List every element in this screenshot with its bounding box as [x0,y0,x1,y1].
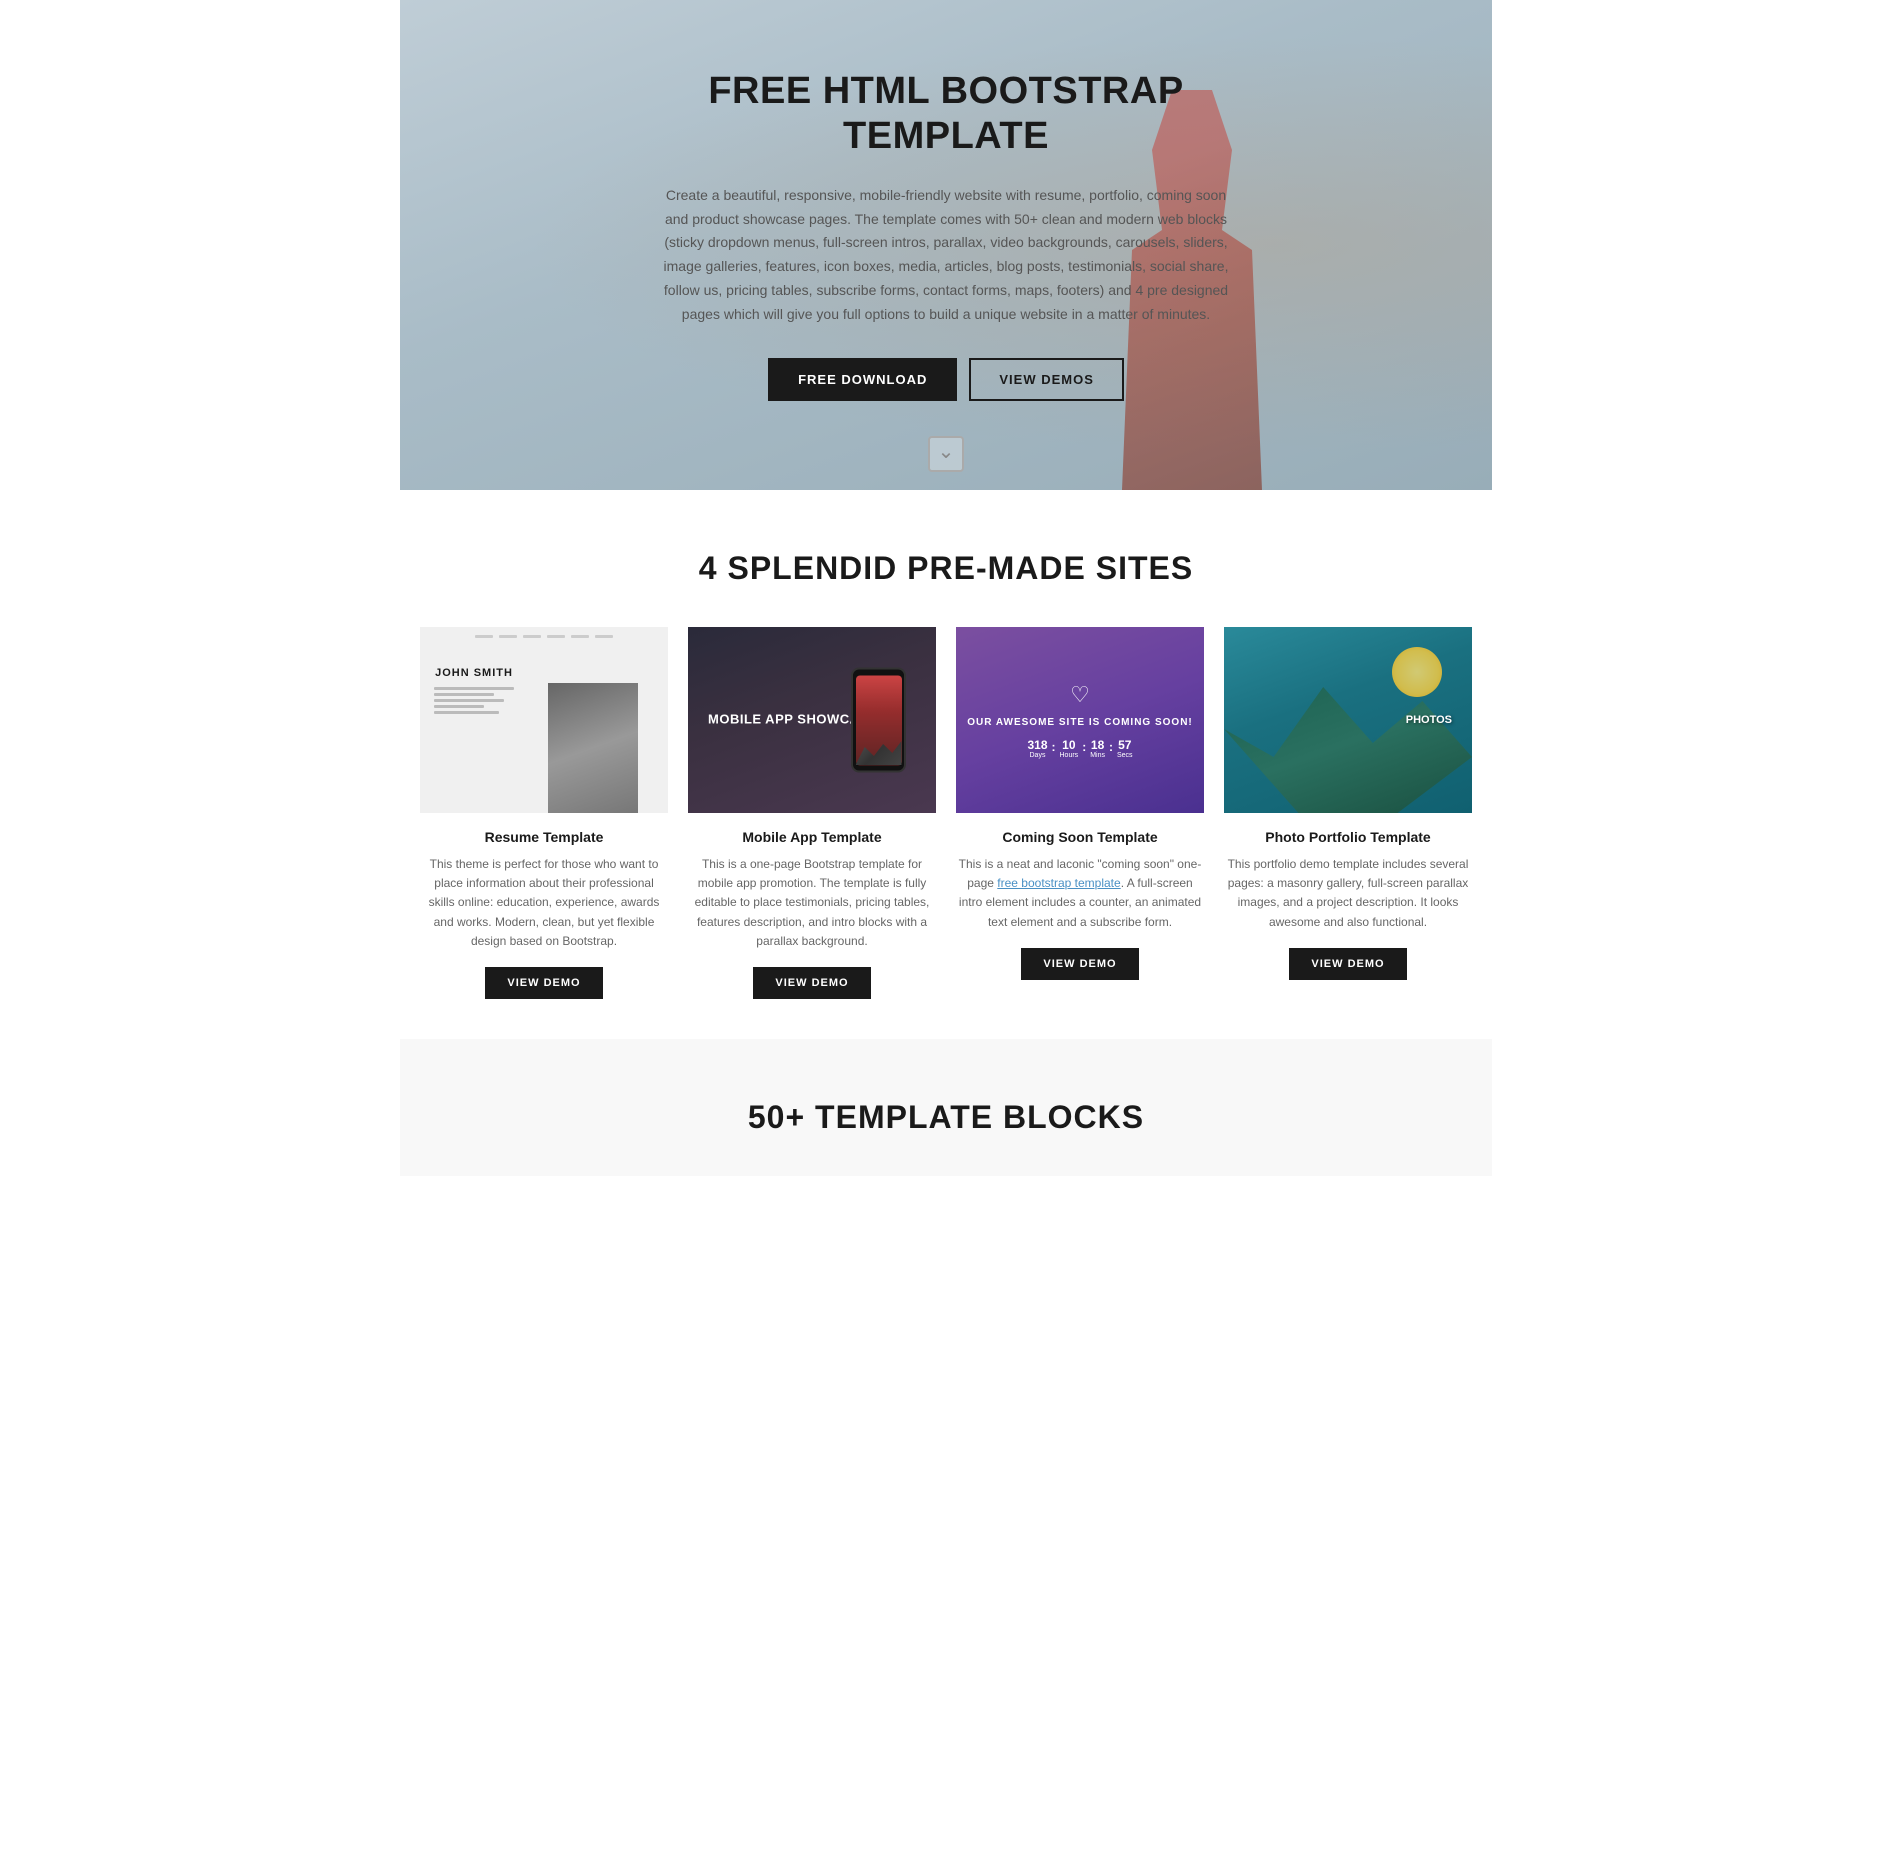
cs-secs-label: Secs [1117,752,1133,759]
card-resume: JOHN SMITH Resume Template This theme is… [420,627,668,999]
cards-grid: JOHN SMITH Resume Template This theme is… [420,627,1472,999]
resume-line [434,699,504,702]
resume-nav-dot [499,635,517,638]
cs-days-num: 318 [1027,738,1047,752]
cs-sep3: : [1109,738,1113,759]
card-resume-desc: This theme is perfect for those who want… [420,855,668,951]
card-mobile-desc: This is a one-page Bootstrap template fo… [688,855,936,951]
card-portfolio-btn[interactable]: VIEW DEMO [1289,948,1406,980]
cs-days-label: Days [1030,752,1046,759]
hero-buttons: FREE DOWNLOAD VIEW DEMOS [656,358,1236,401]
blocks-section: 50+ TEMPLATE BLOCKS [400,1039,1492,1176]
resume-lines [434,687,514,714]
card-portfolio-desc: This portfolio demo template includes se… [1224,855,1472,932]
cs-hours-num: 10 [1062,738,1075,752]
card-portfolio: PHOTOS Photo Portfolio Template This por… [1224,627,1472,999]
hero-title: FREE HTML BOOTSTRAP TEMPLATE [656,69,1236,160]
mobile-preview-bg: MOBILE APP SHOWCASE [688,627,936,813]
card-mobile-preview: MOBILE APP SHOWCASE [688,627,936,813]
card-resume-title: Resume Template [420,829,668,845]
premade-section: 4 SPLENDID PRE-MADE SITES JOHN SMITH [400,490,1492,1039]
card-coming-soon-preview: ♡ OUR AWESOME SITE IS COMING SOON! 318 D… [956,627,1204,813]
resume-nav-dot [571,635,589,638]
portfolio-title-text: PHOTOS [1406,714,1452,726]
portfolio-preview-bg: PHOTOS [1224,627,1472,813]
cs-hours-label: Hours [1060,752,1079,759]
card-coming-soon-desc: This is a neat and laconic "coming soon"… [956,855,1204,932]
resume-photo [548,683,638,813]
card-portfolio-preview: PHOTOS [1224,627,1472,813]
resume-line [434,693,494,696]
card-mobile-btn[interactable]: VIEW DEMO [753,967,870,999]
resume-nav-dot [547,635,565,638]
view-demos-button[interactable]: VIEW DEMOS [969,358,1124,401]
cs-sep2: : [1082,738,1086,759]
download-button[interactable]: FREE DOWNLOAD [768,358,957,401]
resume-nav [420,635,668,638]
mobile-phone-screen [856,675,902,765]
card-mobile: MOBILE APP SHOWCASE Mobile App Template … [688,627,936,999]
cs-counter-mins: 18 Mins [1090,738,1105,759]
cs-title-text: OUR AWESOME SITE IS COMING SOON! [967,716,1193,730]
cs-link[interactable]: free bootstrap template [997,876,1120,890]
cs-counter: 318 Days : 10 Hours : 18 Mins [1027,738,1132,759]
card-coming-soon: ♡ OUR AWESOME SITE IS COMING SOON! 318 D… [956,627,1204,999]
portfolio-sun [1392,647,1442,697]
resume-preview-bg: JOHN SMITH [420,627,668,813]
cs-heart-icon: ♡ [1070,682,1090,708]
blocks-title: 50+ TEMPLATE BLOCKS [420,1099,1472,1136]
cs-counter-hours: 10 Hours [1060,738,1079,759]
cs-counter-days: 318 Days [1027,738,1047,759]
cs-mins-num: 18 [1091,738,1104,752]
premade-title: 4 SPLENDID PRE-MADE SITES [420,550,1472,587]
resume-line [434,711,499,714]
resume-name: JOHN SMITH [434,667,514,679]
scroll-down-button[interactable] [928,436,964,472]
resume-nav-dot [475,635,493,638]
coming-soon-preview-bg: ♡ OUR AWESOME SITE IS COMING SOON! 318 D… [956,627,1204,813]
cs-mins-label: Mins [1090,752,1105,759]
mobile-phone-mockup [851,668,906,773]
hero-description: Create a beautiful, responsive, mobile-f… [656,184,1236,327]
resume-line [434,705,484,708]
portfolio-plant [1224,673,1472,813]
resume-text-area: JOHN SMITH [434,667,514,717]
hero-content: FREE HTML BOOTSTRAP TEMPLATE Create a be… [656,69,1236,402]
card-resume-preview: JOHN SMITH [420,627,668,813]
cs-counter-secs: 57 Secs [1117,738,1133,759]
card-mobile-title: Mobile App Template [688,829,936,845]
resume-line [434,687,514,690]
card-coming-soon-btn[interactable]: VIEW DEMO [1021,948,1138,980]
hero-section: FREE HTML BOOTSTRAP TEMPLATE Create a be… [400,0,1492,490]
resume-nav-dot [595,635,613,638]
cs-secs-num: 57 [1118,738,1131,752]
cs-sep1: : [1052,738,1056,759]
card-resume-btn[interactable]: VIEW DEMO [485,967,602,999]
resume-nav-dot [523,635,541,638]
card-portfolio-title: Photo Portfolio Template [1224,829,1472,845]
card-coming-soon-title: Coming Soon Template [956,829,1204,845]
